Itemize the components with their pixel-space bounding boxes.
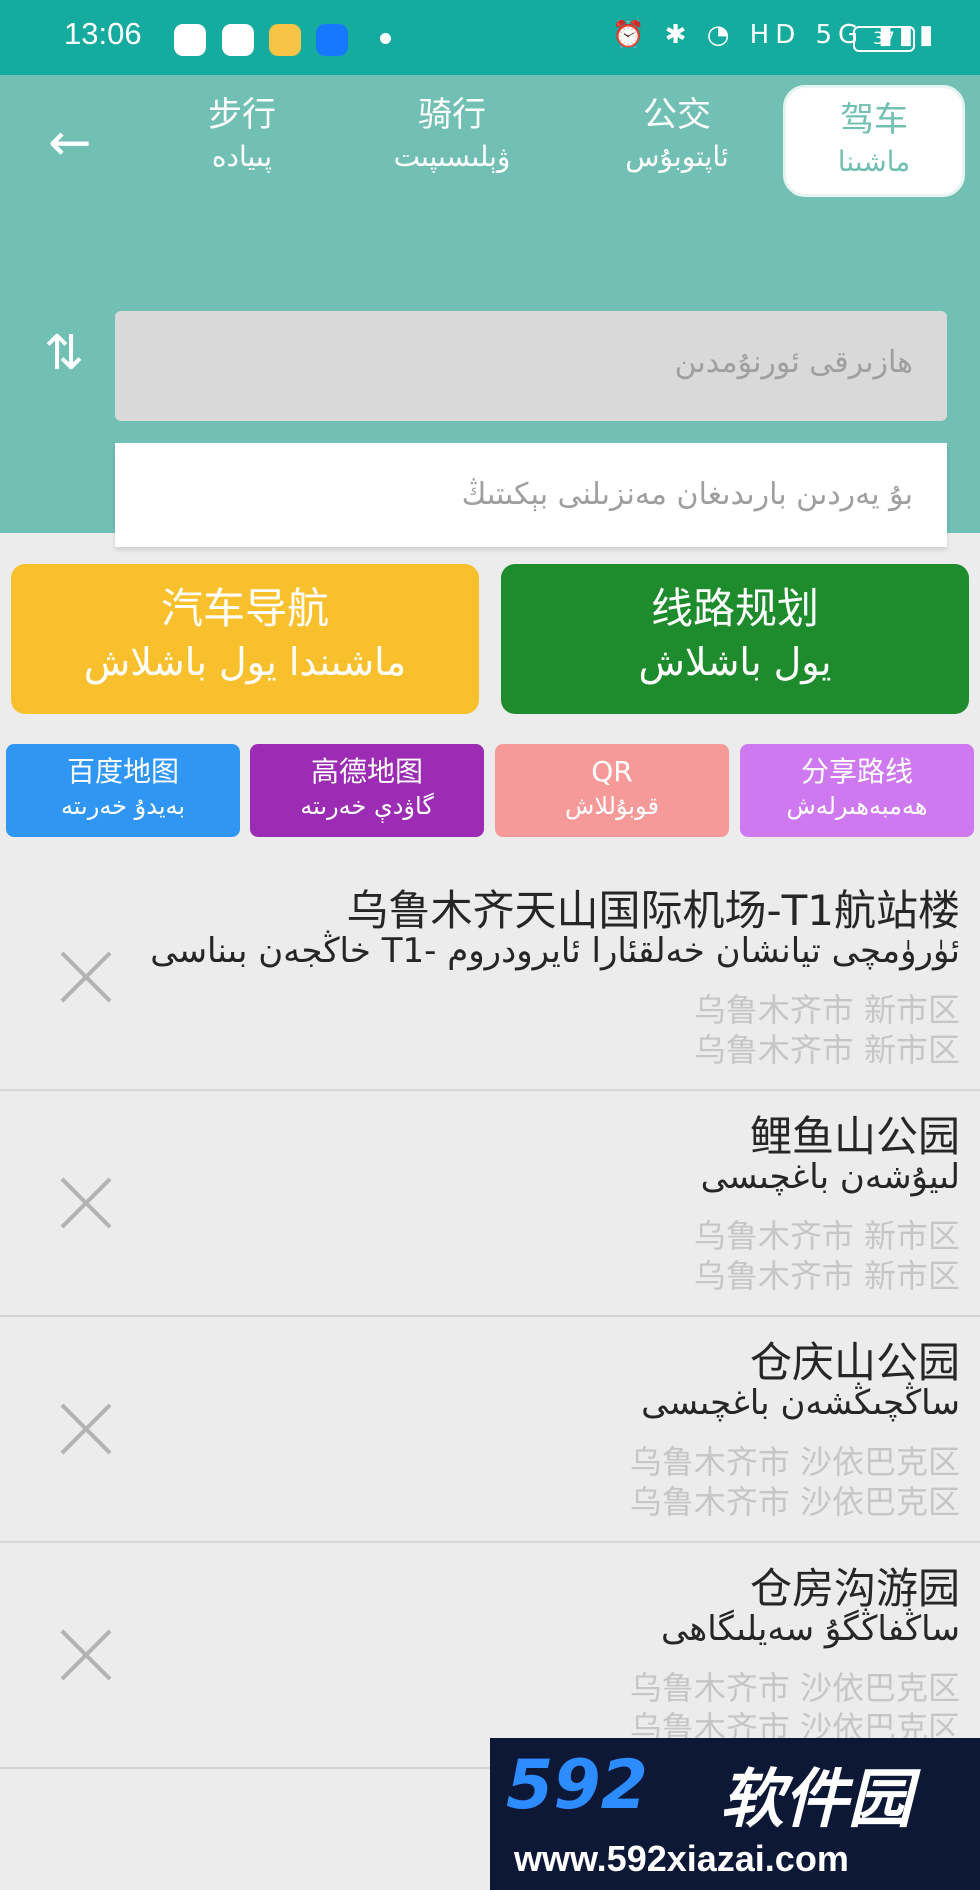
tab-ride[interactable]: 骑行 ۋېلىسىپىت (378, 93, 526, 203)
watermark-logo: 592 软件园 www.592xiazai.com (490, 1738, 980, 1890)
list-item[interactable]: 仓庆山公园 ساڭچىڭشەن باغچىسى 乌鲁木齐市 沙依巴克区 乌鲁木齐… (0, 1317, 980, 1543)
tab-ride-ug: ۋېلىسىپىت (393, 140, 511, 173)
place-name-cn: 仓房沟游园 (749, 1564, 960, 1613)
place-district: 乌鲁木齐市 新市区 (693, 1031, 960, 1069)
app-notification-icon (174, 24, 206, 56)
history-list: 乌鲁木齐天山国际机场-T1航站楼 ئۈرۈمچى تيانشان خەلقئار… (0, 865, 980, 1769)
list-item[interactable]: 乌鲁木齐天山国际机场-T1航站楼 ئۈرۈمچى تيانشان خەلقئار… (0, 865, 980, 1091)
tab-bus[interactable]: 公交 ئاپتوبۇس (612, 93, 742, 203)
start-location-placeholder: ھازىرقى ئورنۇمدىن (674, 345, 913, 380)
tab-walk[interactable]: 步行 پىيادە (182, 93, 302, 203)
share-route-ug: ھەمبەھىرلەش (786, 792, 928, 820)
delete-icon[interactable] (58, 1175, 114, 1231)
share-route-cn: 分享路线 (800, 755, 913, 788)
place-name-cn: 鲤鱼山公园 (749, 1112, 960, 1161)
list-item[interactable]: 鲤鱼山公园 لىيۇشەن باغچىسى 乌鲁木齐市 新市区 乌鲁木齐市 新市… (0, 1091, 980, 1317)
route-planning-cn: 线路规划 (650, 584, 819, 633)
delete-icon[interactable] (58, 1627, 114, 1683)
place-name-ug: ساڭفاڭگۇ سەيلىگاھى (660, 1609, 960, 1649)
gaode-map-cn: 高德地图 (310, 755, 423, 788)
delete-icon[interactable] (58, 949, 114, 1005)
tab-bus-cn: 公交 (643, 95, 711, 135)
place-district: 乌鲁木齐市 沙依巴克区 (629, 1483, 960, 1521)
car-navigation-cn: 汽车导航 (160, 584, 329, 633)
alipay-notification-icon (316, 24, 348, 56)
back-arrow-icon[interactable]: ← (48, 113, 108, 173)
status-time: 13:06 (64, 16, 142, 51)
mail-notification-icon (269, 24, 301, 56)
baidu-map-ug: بەيدۇ خەرىتە (60, 792, 186, 820)
place-name-ug: ئۈرۈمچى تيانشان خەلقئارا ئايرودروم -T1 خ… (150, 931, 960, 971)
tab-bus-ug: ئاپتوبۇس (625, 140, 729, 173)
route-header: ← 步行 پىيادە 骑行 ۋېلىسىپىت 公交 ئاپتوبۇس 驾车 … (0, 75, 980, 547)
baidu-map-button[interactable]: 百度地图 بەيدۇ خەرىتە (6, 744, 240, 837)
battery-icon: 37 (853, 26, 915, 52)
swap-direction-icon[interactable]: ⇅ (44, 325, 84, 381)
baidu-map-cn: 百度地图 (66, 755, 179, 788)
place-district: 乌鲁木齐市 新市区 (693, 1257, 960, 1295)
share-route-button[interactable]: 分享路线 ھەمبەھىرلەش (740, 744, 974, 837)
route-planning-button[interactable]: 线路规划 يول باشلاش (501, 564, 969, 714)
start-location-input[interactable]: ھازىرقى ئورنۇمدىن (115, 311, 947, 421)
more-notifications-icon (380, 33, 391, 44)
tab-walk-ug: پىيادە (211, 140, 273, 173)
watermark-number: 592 (506, 1746, 648, 1825)
status-bar: 13:06 ⏰ ✱ ◔ HD 5G ▮▮▮ 37 (0, 0, 980, 75)
message-notification-icon (222, 24, 254, 56)
tab-drive-cn: 驾车 (840, 100, 908, 140)
gaode-map-ug: گاۋدې خەرىتە (300, 792, 434, 820)
place-name-cn: 乌鲁木齐天山国际机场-T1航站楼 (346, 886, 960, 935)
destination-placeholder: بۇ يەردىن بارىدىغان مەنزىلنى بېكىتىڭ (461, 477, 913, 512)
place-name-ug: لىيۇشەن باغچىسى (700, 1157, 960, 1197)
route-planning-ug: يول باشلاش (638, 640, 832, 684)
destination-input[interactable]: بۇ يەردىن بارىدىغان مەنزىلنى بېكىتىڭ (115, 443, 947, 547)
qr-ug: قوبۇللاش (565, 792, 659, 820)
list-item[interactable]: 仓房沟游园 ساڭفاڭگۇ سەيلىگاھى 乌鲁木齐市 沙依巴克区 乌鲁木… (0, 1543, 980, 1769)
watermark-url: www.592xiazai.com (514, 1838, 849, 1879)
car-navigation-ug: ماشىندا يول باشلاش (83, 640, 407, 684)
qr-cn: QR (591, 755, 633, 788)
tab-drive-ug: ماشىنا (837, 145, 911, 178)
gaode-map-button[interactable]: 高德地图 گاۋدې خەرىتە (250, 744, 484, 837)
place-name-ug: ساڭچىڭشەن باغچىسى (641, 1383, 960, 1423)
place-name-cn: 仓庆山公园 (749, 1338, 960, 1387)
qr-button[interactable]: QR قوبۇللاش (495, 744, 729, 837)
tab-drive[interactable]: 驾车 ماشىنا (783, 85, 965, 197)
tab-walk-cn: 步行 (208, 95, 276, 135)
car-navigation-button[interactable]: 汽车导航 ماشىندا يول باشلاش (11, 564, 479, 714)
watermark-name: 软件园 (720, 1763, 912, 1837)
delete-icon[interactable] (58, 1401, 114, 1457)
tab-ride-cn: 骑行 (418, 95, 486, 135)
